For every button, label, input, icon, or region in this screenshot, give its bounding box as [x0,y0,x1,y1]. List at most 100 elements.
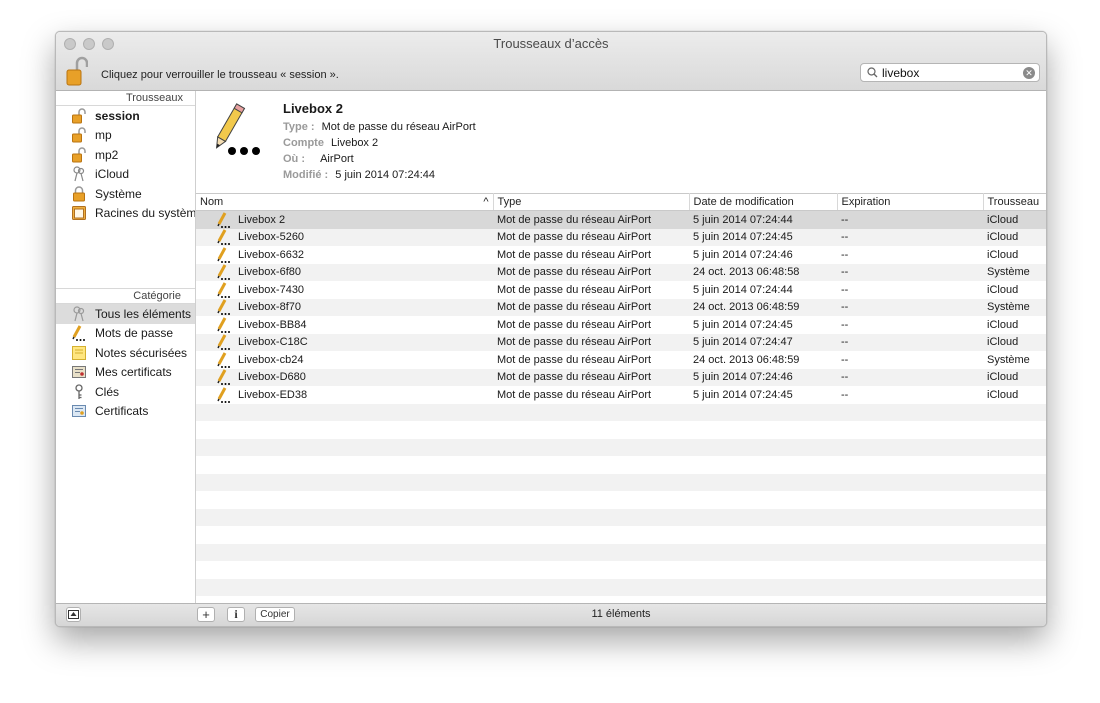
table-row[interactable]: Livebox 2 Mot de passe du réseau AirPort 5… [196,210,1046,229]
empty-row [196,561,1046,579]
cell-keychain: Système [983,263,1046,281]
password-pencil-icon [216,229,232,246]
cell-expiration: -- [841,353,849,366]
password-pencil-icon [216,334,232,351]
table-row[interactable]: Livebox-6632 Mot de passe du réseau AirPo… [196,246,1046,264]
cell-keychain: Système [987,353,1030,366]
keychains-header: Trousseaux [56,91,195,106]
empty-row [196,421,1046,439]
cell-type: Mot de passe du réseau AirPort [493,228,689,246]
lock-keychain-button[interactable] [66,56,89,88]
cell-keychain: iCloud [987,283,1019,296]
sidebar-item-cles[interactable]: Clés [56,382,195,402]
empty-row [196,438,1046,456]
table-row[interactable]: Livebox-cb24 Mot de passe du réseau AirPo… [196,351,1046,369]
empty-row [196,508,1046,526]
sidebar-item-icloud[interactable]: iCloud [56,165,195,185]
empty-row [196,491,1046,509]
bottom-bar: + i Copier 11 éléments [56,603,1046,626]
item-name: Livebox 2 [238,213,286,226]
secure-note-icon [71,345,87,361]
table-body: Livebox 2 Mot de passe du réseau AirPort 5… [196,210,1046,404]
sidebar-item-session[interactable]: session [56,106,195,126]
table-row[interactable]: Livebox-7430 Mot de passe du réseau AirPo… [196,281,1046,299]
column-header-keychain[interactable]: Trousseau [983,193,1046,211]
column-header-expiration[interactable]: Expiration [837,193,984,211]
category-header: Catégorie [56,288,195,304]
cell-name: Livebox-6f80 [196,263,493,281]
detail-title: Livebox 2 [283,101,343,116]
account-label: Compte [283,137,324,149]
window-title: Trousseaux d’accès [493,36,609,51]
cell-keychain: iCloud [987,318,1019,331]
cell-type: Mot de passe du réseau AirPort [497,248,652,261]
column-header-name[interactable]: Nom ^ [196,193,494,211]
sidebar-item-label: Notes sécurisées [95,345,188,360]
clear-search-icon[interactable]: ✕ [1023,67,1035,79]
table-row[interactable]: Livebox-BB84 Mot de passe du réseau AirPo… [196,316,1046,334]
cell-expiration: -- [841,283,849,296]
table-row[interactable]: Livebox-6f80 Mot de passe du réseau AirPo… [196,263,1046,281]
item-detail-pane: Livebox 2 Type : Mot de passe du réseau … [196,91,1046,193]
cell-type: Mot de passe du réseau AirPort [497,283,652,296]
sidebar-item-label: session [95,108,140,123]
search-field[interactable]: ✕ [860,63,1040,82]
password-pencil-icon [216,212,232,228]
cell-name: Livebox-8f70 [196,298,493,316]
table-row[interactable]: Livebox-5260 Mot de passe du réseau AirPo… [196,228,1046,246]
sidebar-item-mots-de-passe[interactable]: Mots de passe [56,324,195,344]
open-lock-icon [71,147,87,163]
cell-keychain: iCloud [983,210,1046,229]
table-row[interactable]: Livebox-8f70 Mot de passe du réseau AirPo… [196,298,1046,316]
sidebar-item-label: Mots de passe [95,326,174,341]
column-header-type[interactable]: Type [493,193,690,211]
cell-expiration: -- [837,228,983,246]
cell-type: Mot de passe du réseau AirPort [497,353,652,366]
table-row[interactable]: Livebox-C18C Mot de passe du réseau AirPo… [196,333,1046,351]
password-pencil-icon [216,247,232,263]
sidebar-item-mp2[interactable]: mp2 [56,145,195,165]
item-name: Livebox-7430 [238,283,305,296]
item-name: Livebox-cb24 [238,353,304,366]
open-lock-icon [66,56,89,86]
password-pencil-icon [216,317,232,333]
detail-where-row: Où : AirPort [283,153,354,165]
empty-row [196,596,1046,603]
sidebar-item-label: Clés [95,384,120,399]
sidebar-item-label: mp [95,128,112,143]
cell-type: Mot de passe du réseau AirPort [493,263,689,281]
table-header-row: Nom ^ Type Date de modification Expiratio… [196,193,1046,211]
sidebar-item-notes-securisees[interactable]: Notes sécurisées [56,343,195,363]
sidebar-item-label: Mes certificats [95,365,172,380]
certificate-icon [71,403,87,419]
table-row[interactable]: Livebox-ED38 Mot de passe du réseau AirPo… [196,386,1046,404]
password-pencil-icon [216,352,232,368]
table-row[interactable]: Livebox-D680 Mot de passe du réseau AirPo… [196,368,1046,386]
cell-type: Mot de passe du réseau AirPort [493,298,689,316]
cell-keychain: Système [983,298,1046,316]
search-input[interactable] [882,65,1017,80]
lock-message[interactable]: Cliquez pour verrouiller le trousseau « … [101,69,339,81]
cell-expiration: -- [841,248,849,261]
cell-keychain: iCloud [987,388,1019,401]
password-pencil-icon [216,369,232,386]
cell-keychain: iCloud [983,333,1046,351]
key-icon [71,384,87,400]
keychains-list: session mp mp2 iCloud Système Racines du syst… [56,106,195,223]
modified-value: 5 juin 2014 07:24:44 [335,169,435,181]
sidebar-item-label: mp2 [95,147,119,162]
column-header-date[interactable]: Date de modification [689,193,838,211]
sidebar-item-racines-du-systeme[interactable]: Racines du système [56,204,195,224]
open-lock-icon [71,108,87,124]
sidebar-item-mp[interactable]: mp [56,126,195,146]
sidebar-item-tous-les-elements[interactable]: Tous les éléments [56,304,195,324]
item-name: Livebox-BB84 [238,318,307,331]
empty-row [196,456,1046,474]
cell-name: Livebox 2 [196,210,493,229]
items-table: Nom ^ Type Date de modification Expiratio… [196,193,1046,603]
cell-date: 5 juin 2014 07:24:44 [693,283,793,296]
cell-date: 5 juin 2014 07:24:47 [689,333,837,351]
sidebar-item-systeme[interactable]: Système [56,184,195,204]
sidebar-item-certificats[interactable]: Certificats [56,402,195,422]
sidebar-item-mes-certificats[interactable]: Mes certificats [56,363,195,383]
